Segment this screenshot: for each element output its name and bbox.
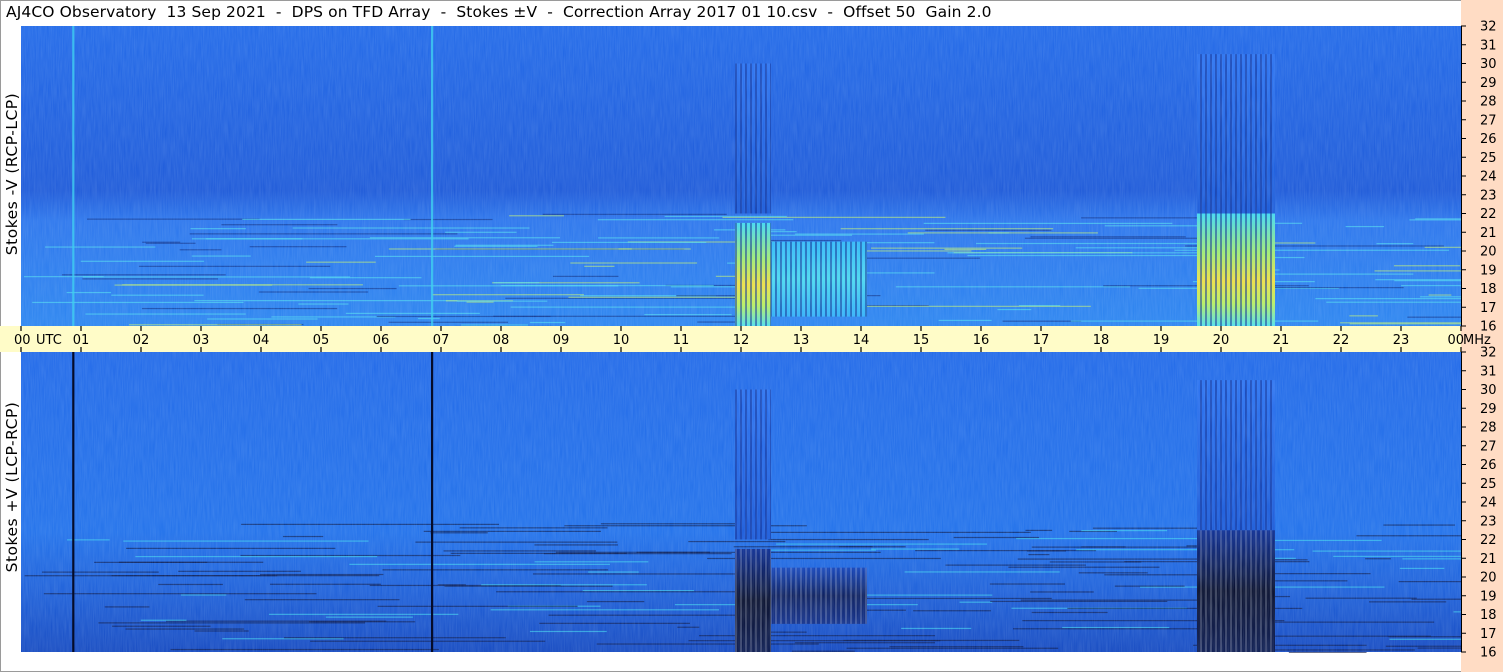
frequency-tick-label: 24 — [1480, 170, 1497, 185]
stokes-minus-v-noise — [21, 26, 1461, 326]
frequency-tick-label: 30 — [1480, 383, 1497, 398]
frequency-tick-label: 29 — [1480, 76, 1497, 91]
time-tick-label: 22 — [1333, 333, 1350, 348]
time-tick-label: 03 — [193, 333, 210, 348]
time-tick-label: 06 — [373, 333, 390, 348]
time-axis-unit-label: UTC — [36, 333, 62, 348]
frequency-tick-label: 22 — [1480, 207, 1497, 222]
frequency-tick-label: 16 — [1480, 646, 1497, 661]
frequency-tick-label: 21 — [1480, 226, 1497, 241]
time-tick-label: 01 — [73, 333, 90, 348]
stokes-plus-v-noise — [21, 352, 1461, 652]
time-tick-label: 05 — [313, 333, 330, 348]
time-tick-label: 02 — [133, 333, 150, 348]
time-tick-label: 08 — [493, 333, 510, 348]
frequency-tick-label: 30 — [1480, 57, 1497, 72]
time-tick-label: 21 — [1273, 333, 1290, 348]
frequency-tick-label: 19 — [1480, 589, 1497, 604]
frequency-tick-label: 27 — [1480, 113, 1497, 128]
frequency-tick-label: 26 — [1480, 458, 1497, 473]
vertical-line-0 — [72, 26, 75, 326]
time-tick-label: 04 — [253, 333, 270, 348]
time-tick-label: 10 — [613, 333, 630, 348]
time-tick-label: 14 — [853, 333, 870, 348]
time-tick-label: 20 — [1213, 333, 1230, 348]
time-tick-label: 12 — [733, 333, 750, 348]
time-tick-label: 00 — [1447, 333, 1464, 348]
frequency-tick-label: 24 — [1480, 496, 1497, 511]
time-axis-band — [0, 326, 1461, 352]
frequency-tick-label: 22 — [1480, 533, 1497, 548]
frequency-tick-label: 31 — [1480, 38, 1497, 53]
frequency-tick-label: 17 — [1480, 301, 1497, 316]
time-tick-label: 18 — [1093, 333, 1110, 348]
frequency-tick-label: 25 — [1480, 151, 1497, 166]
frequency-tick-label: 26 — [1480, 132, 1497, 147]
vertical-line-0 — [72, 352, 75, 652]
frequency-tick-label: 19 — [1480, 263, 1497, 278]
frequency-unit-label: MHz — [1463, 333, 1491, 348]
stokes-minus-v-panel: 1617181920212223242526272829303132 — [21, 20, 1497, 335]
frequency-tick-label: 31 — [1480, 364, 1497, 379]
frequency-tick-label: 28 — [1480, 95, 1497, 110]
frequency-tick-label: 32 — [1480, 20, 1497, 35]
frequency-tick-label: 28 — [1480, 421, 1497, 436]
time-tick-label: 19 — [1153, 333, 1170, 348]
time-tick-label: 16 — [973, 333, 990, 348]
spectrogram-chart: 16 17 18 19 20 21 22 23 24 25 26 27 28 29 30 31 32 16 17 18… — [0, 0, 1503, 672]
frequency-tick-label: 17 — [1480, 627, 1497, 642]
vertical-line-1 — [431, 26, 434, 326]
frequency-tick-label: 18 — [1480, 282, 1497, 297]
frequency-tick-label: 21 — [1480, 552, 1497, 567]
time-tick-label: 11 — [673, 333, 690, 348]
time-tick-label: 13 — [793, 333, 810, 348]
frequency-tick-label: 18 — [1480, 608, 1497, 623]
time-tick-label: 17 — [1033, 333, 1050, 348]
stokes-plus-v-panel: 1617181920212223242526272829303132 — [21, 346, 1497, 661]
frequency-tick-label: 20 — [1480, 571, 1497, 586]
time-tick-label: 15 — [913, 333, 930, 348]
time-tick-label: 07 — [433, 333, 450, 348]
frequency-tick-label: 20 — [1480, 245, 1497, 260]
frequency-tick-label: 23 — [1480, 188, 1497, 203]
frequency-tick-label: 27 — [1480, 439, 1497, 454]
time-tick-label: 09 — [553, 333, 570, 348]
time-tick-label: 00 — [14, 333, 31, 348]
vertical-line-1 — [431, 352, 434, 652]
frequency-tick-label: 29 — [1480, 402, 1497, 417]
frequency-tick-label: 25 — [1480, 477, 1497, 492]
time-tick-label: 23 — [1393, 333, 1410, 348]
frequency-tick-label: 23 — [1480, 514, 1497, 529]
